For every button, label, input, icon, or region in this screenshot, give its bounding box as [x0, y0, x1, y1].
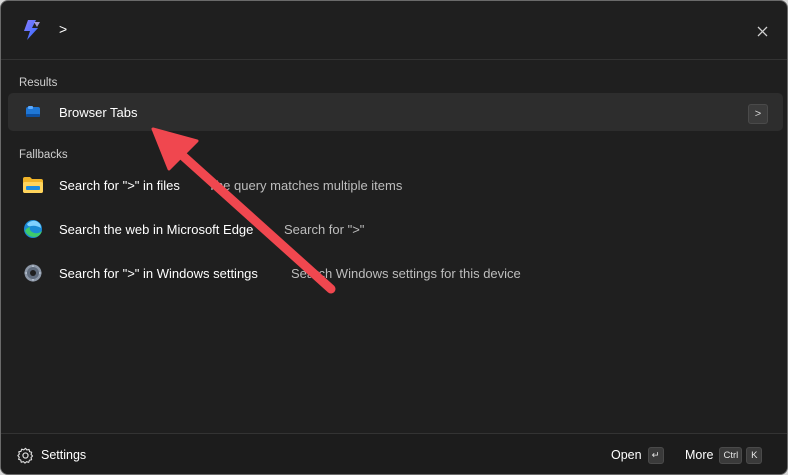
fallback-title: Search the web in Microsoft Edge [59, 222, 254, 237]
fallback-item-search-files[interactable]: Search for ">" in files The query matche… [8, 166, 783, 204]
close-button[interactable] [751, 20, 773, 42]
result-context-button[interactable]: > [748, 104, 768, 124]
file-explorer-folder-icon [21, 173, 45, 197]
close-icon [757, 26, 767, 36]
search-input[interactable]: > [59, 21, 67, 37]
more-action[interactable]: More Ctrl K [685, 446, 763, 464]
ctrl-keycap: Ctrl [719, 446, 743, 464]
settings-button[interactable]: Settings [17, 446, 86, 464]
windows-settings-gear-icon [21, 261, 45, 285]
powertoys-run-logo-icon [24, 20, 40, 40]
footer-bar: Settings Open ↵ More Ctrl K [1, 433, 787, 474]
k-keycap: K [746, 446, 763, 464]
edge-web-icon [21, 217, 45, 241]
enter-keycap: ↵ [647, 446, 664, 464]
browser-tabs-icon [21, 100, 45, 124]
results-section-label: Results [19, 77, 58, 89]
gear-icon [17, 447, 34, 464]
fallback-item-search-web[interactable]: Search the web in Microsoft Edge Search … [8, 210, 783, 248]
more-label: More [685, 448, 714, 462]
fallback-subtitle: The query matches multiple items [208, 178, 403, 193]
fallbacks-section-label: Fallbacks [19, 149, 68, 161]
fallback-title: Search for ">" in Windows settings [59, 266, 258, 281]
open-action[interactable]: Open ↵ [611, 446, 664, 464]
result-item-browser-tabs[interactable]: Browser Tabs > [8, 93, 783, 131]
fallback-subtitle: Search for ">" [284, 222, 365, 237]
fallback-item-search-settings[interactable]: Search for ">" in Windows settings Searc… [8, 254, 783, 292]
fallback-subtitle: Search Windows settings for this device [291, 266, 521, 281]
settings-label: Settings [41, 448, 87, 462]
fallback-title: Search for ">" in files [59, 178, 180, 193]
command-palette-window: > Results Browser Tabs > Fallbacks Searc… [0, 0, 788, 475]
open-label: Open [611, 448, 642, 462]
search-bar: > [1, 1, 787, 60]
result-title: Browser Tabs [59, 105, 138, 120]
